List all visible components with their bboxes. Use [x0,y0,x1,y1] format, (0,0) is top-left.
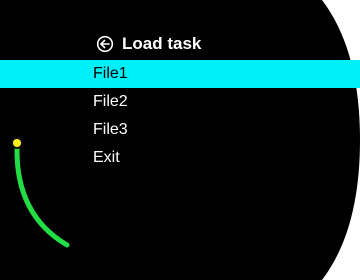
scroll-thumb-dot [13,139,21,147]
scroll-track [14,145,70,248]
device-screen: Load task File1 File2 File3 Exit [0,0,360,280]
scroll-indicator [11,137,70,248]
